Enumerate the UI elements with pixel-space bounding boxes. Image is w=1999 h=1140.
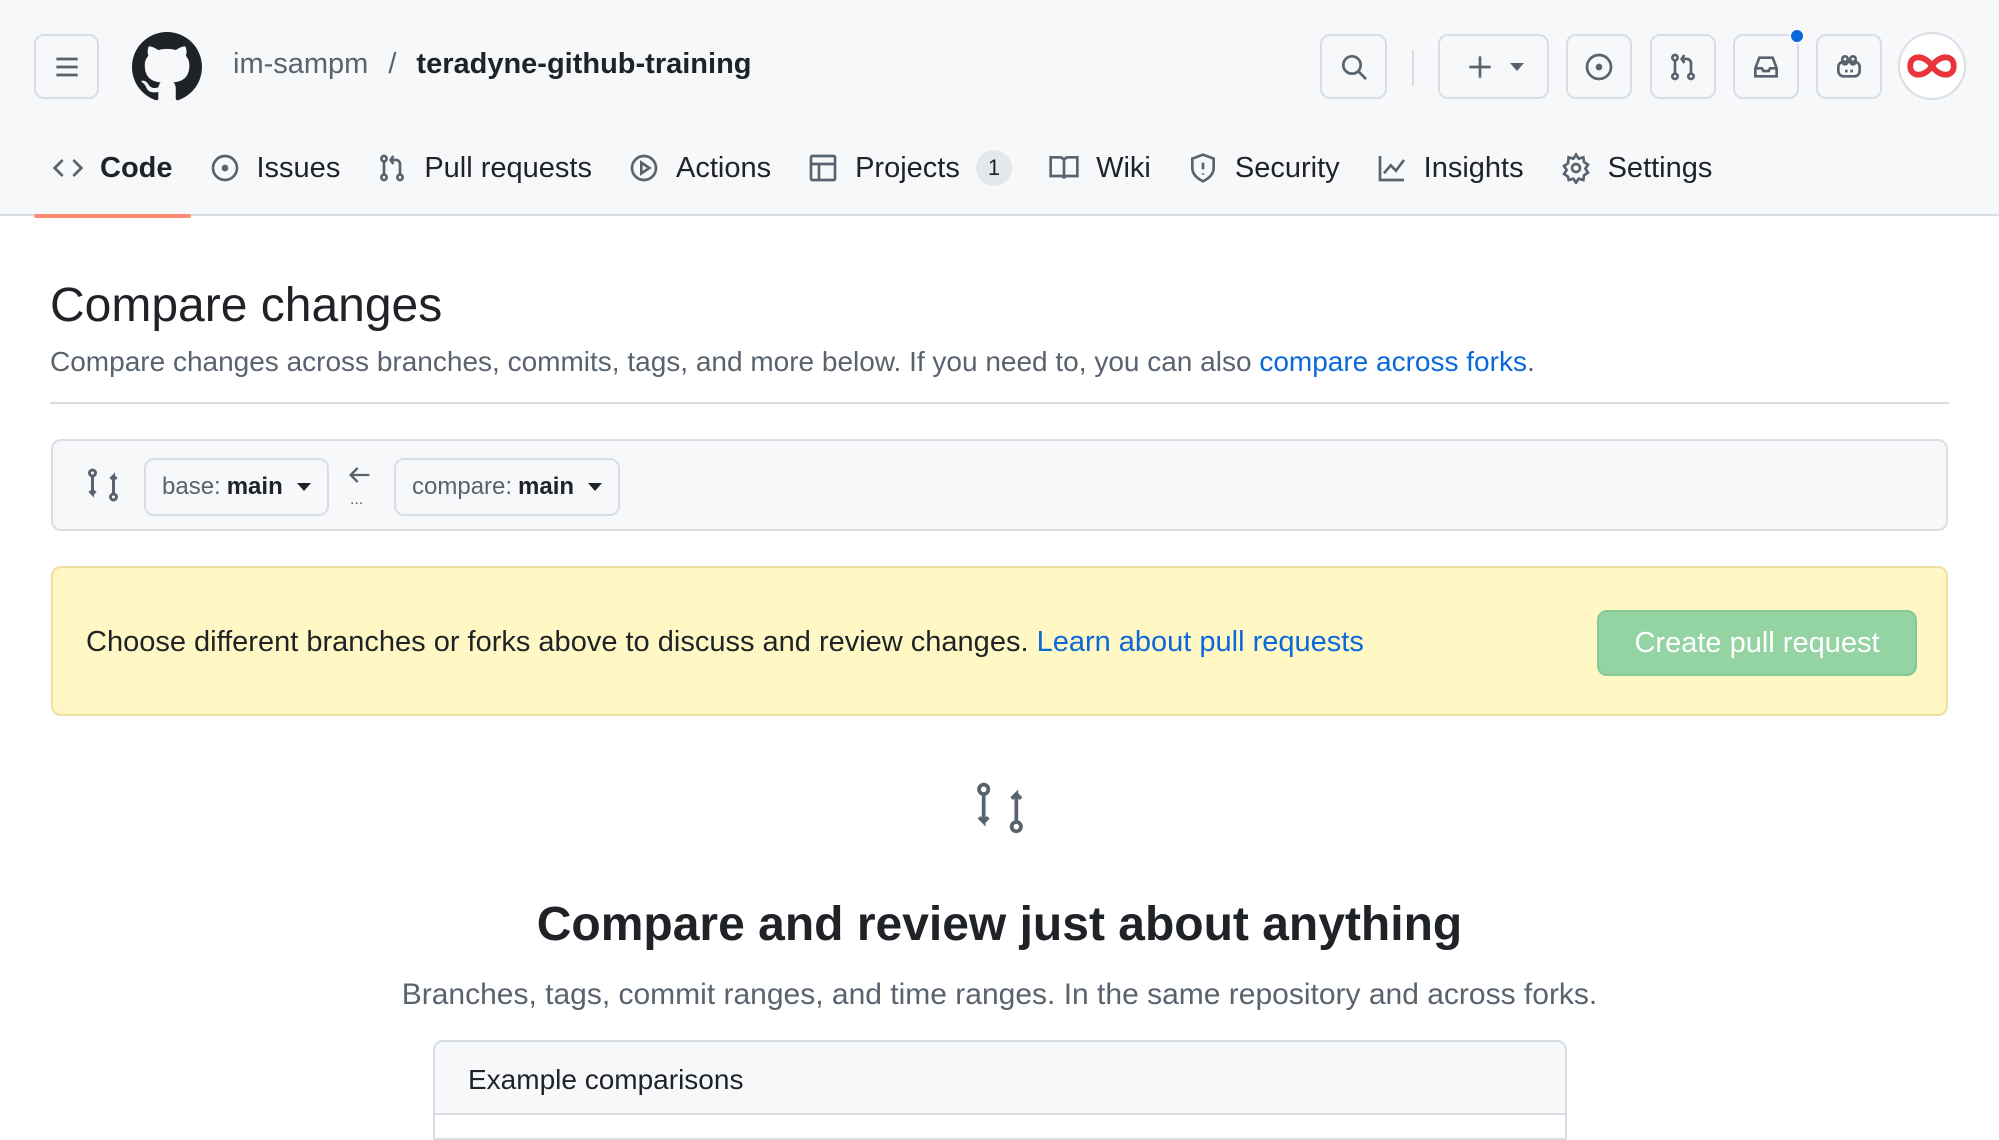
compare-branch: main <box>518 473 575 500</box>
base-prefix: base: <box>162 473 221 500</box>
avatar[interactable] <box>1898 32 1966 100</box>
issue-icon <box>211 154 238 182</box>
blankslate-heading: Compare and review just about anything <box>536 898 1463 951</box>
range-editor: base: main ... compare: main <box>51 439 1948 531</box>
page-title: Compare changes <box>50 279 443 332</box>
search-button[interactable] <box>1320 34 1387 99</box>
tab-label: Settings <box>1607 151 1713 184</box>
tab-label: Pull requests <box>424 151 592 184</box>
tab-pull-requests[interactable]: Pull requests <box>358 140 610 196</box>
base-branch: main <box>226 473 283 500</box>
example-comparisons-header: Example comparisons <box>435 1042 1565 1115</box>
tab-security[interactable]: Security <box>1169 140 1358 196</box>
caret-down-icon <box>296 483 311 491</box>
subtitle-text: Compare changes across branches, commits… <box>50 346 1260 377</box>
shield-icon <box>1190 153 1215 183</box>
compare-prefix: compare: <box>412 473 513 500</box>
gear-icon <box>1561 152 1590 184</box>
flash-message: Choose different branches or forks above… <box>86 626 1364 659</box>
page-subtitle: Compare changes across branches, commits… <box>50 346 1535 378</box>
issue-icon <box>1585 53 1613 80</box>
range-dots: ... <box>350 491 364 508</box>
create-pull-request-button[interactable]: Create pull request <box>1597 610 1917 676</box>
create-new-button[interactable] <box>1438 34 1549 99</box>
flash-notice: Choose different branches or forks above… <box>51 566 1948 716</box>
copilot-button[interactable] <box>1816 34 1882 99</box>
divider <box>50 402 1949 404</box>
learn-about-pull-requests-link[interactable]: Learn about pull requests <box>1037 626 1364 658</box>
arrow-left-icon <box>349 467 370 483</box>
pull-request-icon <box>380 154 405 182</box>
inbox-button[interactable] <box>1733 28 1805 99</box>
divider <box>1412 50 1414 86</box>
caret-down-icon <box>588 483 603 491</box>
tab-label: Security <box>1234 151 1340 184</box>
pull-requests-button[interactable] <box>1650 34 1716 99</box>
breadcrumb-separator: / <box>388 48 397 80</box>
notification-dot <box>1789 28 1805 44</box>
tab-insights[interactable]: Insights <box>1358 140 1542 196</box>
book-icon <box>1049 156 1079 179</box>
tab-label: Actions <box>675 151 772 184</box>
graph-icon <box>1378 156 1405 182</box>
tab-label: Issues <box>256 151 341 184</box>
blankslate-text: Branches, tags, commit ranges, and time … <box>401 978 1598 1011</box>
tab-wiki[interactable]: Wiki <box>1030 140 1169 196</box>
compare-icon <box>977 782 1023 834</box>
copilot-icon <box>1837 54 1861 78</box>
infinity-logo-icon <box>1907 54 1957 78</box>
plus-icon <box>1468 55 1491 78</box>
chevron-down-icon <box>1509 62 1524 71</box>
tab-label: Code <box>100 151 173 184</box>
issues-button[interactable] <box>1566 34 1632 99</box>
play-icon <box>630 154 658 182</box>
breadcrumb: im-sampm / teradyne-github-training <box>233 48 752 81</box>
tab-label: Insights <box>1423 151 1524 184</box>
repo-link[interactable]: teradyne-github-training <box>416 48 751 81</box>
example-comparisons-box: Example comparisons <box>433 1040 1567 1140</box>
compare-branch-select[interactable]: compare: main <box>394 458 621 516</box>
projects-counter: 1 <box>975 150 1013 186</box>
pull-request-icon <box>1671 53 1695 80</box>
tab-projects[interactable]: Projects 1 <box>789 140 1030 196</box>
github-logo-icon[interactable] <box>132 32 202 102</box>
owner-link[interactable]: im-sampm <box>233 48 368 81</box>
compare-icon[interactable] <box>85 467 121 503</box>
compare-across-forks-link[interactable]: compare across forks <box>1259 346 1527 377</box>
subtitle-end: . <box>1526 346 1535 377</box>
inbox-icon <box>1754 55 1778 78</box>
base-branch-select[interactable]: base: main <box>144 458 329 516</box>
tab-label: Projects <box>855 151 960 184</box>
flash-text: Choose different branches or forks above… <box>86 626 1037 658</box>
menu-button[interactable] <box>34 34 99 99</box>
tab-actions[interactable]: Actions <box>610 140 789 196</box>
tab-code[interactable]: Code <box>34 140 191 218</box>
tab-issues[interactable]: Issues <box>191 140 359 196</box>
tab-label: Wiki <box>1096 151 1151 184</box>
repo-header: im-sampm / teradyne-github-training Code… <box>0 0 1999 218</box>
repo-nav-tabs: Code Issues Pull requests Actions Projec… <box>34 140 1731 218</box>
tab-settings[interactable]: Settings <box>1542 140 1731 196</box>
hamburger-icon <box>55 57 78 76</box>
code-icon <box>52 159 84 177</box>
table-icon <box>809 154 837 182</box>
search-icon <box>1341 54 1367 80</box>
